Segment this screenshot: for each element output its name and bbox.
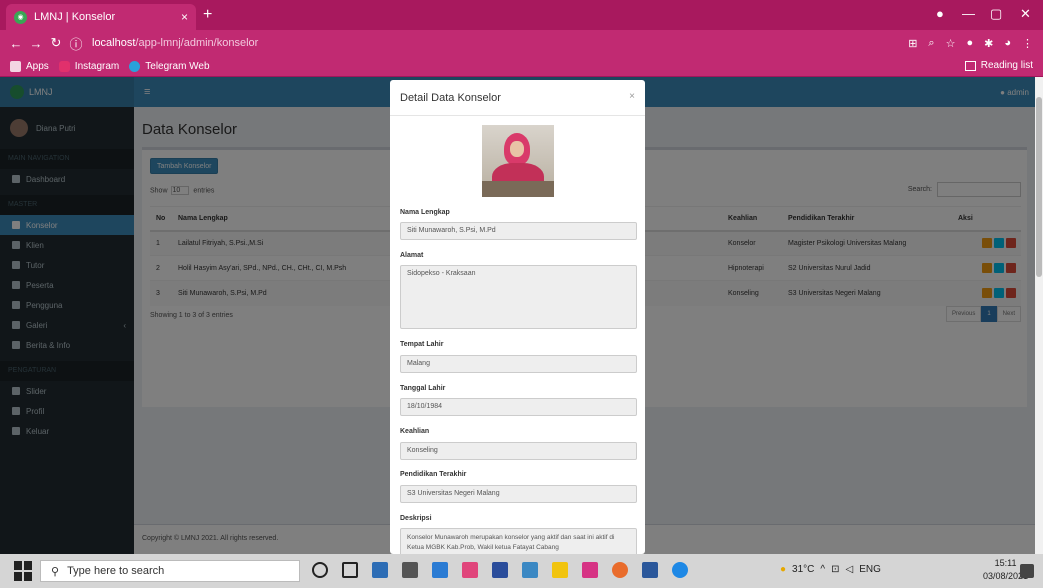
language-indicator[interactable]: ENG bbox=[859, 564, 881, 575]
keahlian-field[interactable]: Konseling bbox=[400, 442, 637, 460]
profile-avatar-icon[interactable]: ◕ bbox=[1004, 37, 1011, 50]
address-bar: ← → ↻ ⓘ localhost/app-lmnj/admin/konselo… bbox=[0, 30, 1043, 56]
bookmark-label: Apps bbox=[26, 60, 49, 72]
windows-start-icon[interactable] bbox=[14, 561, 34, 581]
vscode-icon[interactable] bbox=[432, 562, 448, 578]
chrome-icon[interactable] bbox=[612, 562, 628, 578]
deskripsi-label: Deskripsi bbox=[400, 515, 432, 522]
new-tab-button[interactable]: + bbox=[203, 6, 212, 24]
tempat-lahir-label: Tempat Lahir bbox=[400, 341, 444, 348]
profile-dot-icon[interactable]: ● bbox=[936, 6, 944, 21]
telegram-icon bbox=[129, 60, 141, 72]
weather-icon[interactable]: ● bbox=[780, 564, 786, 575]
camera-icon[interactable] bbox=[402, 562, 418, 578]
bookmark-label: Instagram bbox=[74, 60, 120, 72]
modal-title: Detail Data Konselor bbox=[400, 92, 501, 104]
extension-dot-icon[interactable]: ● bbox=[966, 37, 973, 50]
reading-list[interactable]: Reading list bbox=[964, 60, 1033, 71]
reading-list-icon bbox=[964, 60, 976, 71]
modal-close-icon[interactable]: × bbox=[629, 91, 635, 102]
url-path: /app-lmnj/admin/konselor bbox=[135, 37, 259, 49]
instagram-icon bbox=[58, 60, 70, 72]
alamat-field[interactable]: Sidopekso - Kraksaan bbox=[400, 265, 637, 329]
tempat-lahir-field[interactable]: Malang bbox=[400, 355, 637, 373]
info-icon[interactable]: ⓘ bbox=[66, 34, 86, 53]
scrollbar-thumb[interactable] bbox=[1036, 97, 1042, 277]
taskbar-apps bbox=[312, 562, 688, 578]
pendidikan-label: Pendidikan Terakhir bbox=[400, 471, 467, 478]
konselor-photo bbox=[482, 125, 554, 197]
nama-label: Nama Lengkap bbox=[400, 209, 450, 216]
search-placeholder: Type here to search bbox=[67, 565, 165, 577]
menu-icon[interactable]: ⋮ bbox=[1022, 37, 1033, 50]
pendidikan-field[interactable]: S3 Universitas Negeri Malang bbox=[400, 485, 637, 503]
bookmarks-bar: Apps Instagram Telegram Web Reading list bbox=[0, 56, 1043, 77]
translate-icon[interactable]: ⊞ bbox=[908, 37, 917, 50]
notification-icon[interactable] bbox=[1020, 564, 1034, 578]
system-tray: ● 31°C ^ ⊡ ◁ ENG bbox=[780, 564, 881, 575]
detail-konselor-modal: Detail Data Konselor × Nama Lengkap Siti… bbox=[390, 80, 645, 554]
bookmark-label: Telegram Web bbox=[145, 60, 210, 72]
zoom-icon[interactable]: ⌕ bbox=[928, 37, 934, 50]
tab-title: LMNJ | Konselor bbox=[34, 11, 116, 23]
app-icon[interactable] bbox=[462, 562, 478, 578]
maximize-icon[interactable]: ▢ bbox=[990, 6, 1002, 22]
apps-grid-icon bbox=[10, 60, 21, 72]
url-field[interactable]: localhost/app-lmnj/admin/konselor bbox=[92, 37, 258, 49]
puzzle-icon[interactable]: ✱ bbox=[984, 37, 993, 50]
browser-tab[interactable]: ◉ LMNJ | Konselor × bbox=[6, 4, 196, 30]
url-host: localhost bbox=[92, 37, 136, 49]
bookmark-instagram[interactable]: Instagram bbox=[58, 60, 120, 72]
search-icon: ⚲ bbox=[51, 565, 60, 578]
minimize-icon[interactable]: — bbox=[962, 6, 975, 21]
tab-close-icon[interactable]: × bbox=[181, 10, 188, 24]
modal-header: Detail Data Konselor × bbox=[390, 80, 645, 116]
taskbar-search-input[interactable]: ⚲ Type here to search bbox=[40, 560, 300, 582]
browser-tab-strip: ◉ LMNJ | Konselor × + ● — ▢ ✕ bbox=[0, 0, 1043, 30]
bookmark-apps[interactable]: Apps bbox=[10, 60, 49, 72]
tanggal-lahir-field[interactable]: 18/10/1984 bbox=[400, 398, 637, 416]
page-scrollbar[interactable] bbox=[1035, 77, 1043, 554]
word-icon[interactable] bbox=[642, 562, 658, 578]
reload-icon[interactable]: ↻ bbox=[46, 35, 66, 51]
app-icon[interactable] bbox=[582, 562, 598, 578]
windows-taskbar: ⚲ Type here to search ● 31°C ^ ⊡ ◁ ENG 15… bbox=[0, 554, 1043, 588]
alamat-label: Alamat bbox=[400, 252, 424, 259]
task-view-icon[interactable] bbox=[342, 562, 358, 578]
store-icon[interactable] bbox=[522, 562, 538, 578]
app-icon[interactable] bbox=[492, 562, 508, 578]
tray-chevron-icon[interactable]: ^ bbox=[820, 564, 825, 575]
toolbar-icons: ⊞ ⌕ ☆ ● ✱ ◕ ⋮ bbox=[908, 37, 1033, 50]
cortana-icon[interactable] bbox=[312, 562, 328, 578]
site-favicon-icon: ◉ bbox=[14, 10, 27, 24]
back-icon[interactable]: ← bbox=[6, 36, 26, 51]
reading-list-label: Reading list bbox=[980, 60, 1033, 71]
bookmark-telegram[interactable]: Telegram Web bbox=[129, 60, 210, 72]
forward-icon[interactable]: → bbox=[26, 36, 46, 51]
file-explorer-icon[interactable] bbox=[552, 562, 568, 578]
deskripsi-field[interactable]: Konselor Munawaroh merupakan konselor ya… bbox=[400, 528, 637, 554]
star-icon[interactable]: ☆ bbox=[946, 37, 956, 50]
close-window-icon[interactable]: ✕ bbox=[1020, 6, 1031, 22]
weather-temp[interactable]: 31°C bbox=[792, 564, 814, 575]
app-icon[interactable] bbox=[372, 562, 388, 578]
keahlian-label: Keahlian bbox=[400, 428, 430, 435]
tanggal-lahir-label: Tanggal Lahir bbox=[400, 385, 446, 392]
app-icon[interactable] bbox=[672, 562, 688, 578]
nama-field[interactable]: Siti Munawaroh, S.Psi, M.Pd bbox=[400, 222, 637, 240]
network-icon[interactable]: ⊡ bbox=[831, 564, 839, 575]
volume-icon[interactable]: ◁ bbox=[845, 564, 853, 575]
